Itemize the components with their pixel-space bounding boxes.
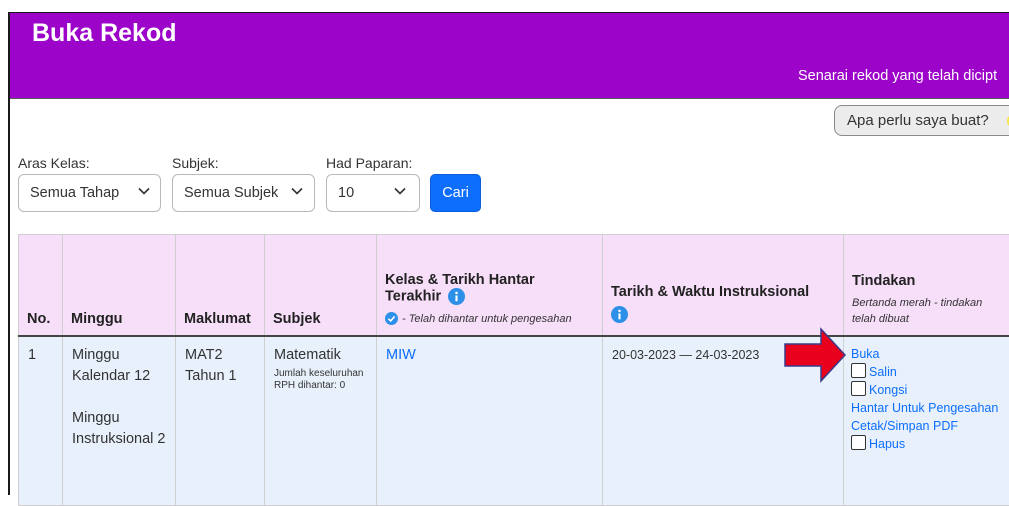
chevron-down-icon	[290, 184, 304, 198]
aras-kelas-value: Semua Tahap	[30, 185, 119, 201]
aras-kelas-select[interactable]: Semua Tahap	[18, 174, 161, 212]
col-header-tarikh: Tarikh & Waktu Instruksional	[603, 235, 844, 336]
hapus-action[interactable]: Hapus	[851, 435, 1001, 453]
info-icon[interactable]	[611, 306, 628, 323]
kongsi-label: Kongsi	[869, 383, 907, 397]
cell-subjek: Matematik Jumlah keseluruhan RPH dihanta…	[265, 336, 377, 506]
hapus-checkbox[interactable]	[851, 435, 866, 450]
hantar-link[interactable]: Hantar Untuk Pengesahan	[851, 399, 1001, 417]
tindakan-note: Bertanda merah - tindakan telah dibuat	[852, 295, 1001, 327]
col-header-subjek: Subjek	[265, 235, 377, 336]
page-subtitle: Senarai rekod yang telah dicipt	[798, 68, 997, 84]
col-header-tarikh-label: Tarikh & Waktu Instruksional	[611, 284, 809, 300]
had-paparan-select[interactable]: 10	[326, 174, 420, 212]
hapus-label: Hapus	[869, 437, 905, 451]
cell-tindakan: Buka Salin Kongsi Hantar Untuk Pengesaha…	[844, 336, 1009, 506]
cari-button[interactable]: Cari	[430, 174, 481, 212]
table-row: 1 Minggu Kalendar 12 Minggu Instruksiona…	[19, 336, 1009, 506]
col-header-maklumat-label: Maklumat	[184, 311, 251, 327]
kelas-link[interactable]: MIW	[386, 347, 416, 363]
kelas-note: - Telah dihantar untuk pengesahan	[385, 311, 594, 327]
subjek-note: Jumlah keseluruhan RPH dihantar: 0	[274, 368, 368, 392]
col-header-kelas: Kelas & Tarikh Hantar Terakhir - Telah d…	[377, 235, 603, 336]
subjek-select[interactable]: Semua Subjek	[172, 174, 315, 212]
cell-no: 1	[19, 336, 63, 506]
header-divider	[10, 98, 1009, 99]
subjek-label: Subjek:	[172, 155, 219, 171]
col-header-no-label: No.	[27, 311, 50, 327]
page-title: Buka Rekod	[32, 19, 176, 48]
kelas-note-text: - Telah dihantar untuk pengesahan	[402, 313, 572, 325]
col-header-minggu-label: Minggu	[71, 311, 123, 327]
check-circle-icon	[385, 312, 398, 325]
salin-action[interactable]: Salin	[851, 363, 1001, 381]
had-paparan-label: Had Paparan:	[326, 155, 412, 171]
col-header-tindakan: Tindakan Bertanda merah - tindakan telah…	[844, 235, 1009, 336]
subjek-value: Semua Subjek	[184, 185, 278, 201]
help-button-label: Apa perlu saya buat?	[847, 112, 989, 129]
minggu-kalendar: Minggu Kalendar 12	[72, 347, 150, 384]
info-icon[interactable]	[448, 288, 465, 305]
col-header-no: No.	[19, 235, 63, 336]
kongsi-checkbox[interactable]	[851, 381, 866, 396]
kongsi-action[interactable]: Kongsi	[851, 381, 1001, 399]
col-header-subjek-label: Subjek	[273, 311, 321, 327]
aras-kelas-label: Aras Kelas:	[18, 155, 90, 171]
records-table: No. Minggu Maklumat Subjek Kelas & Tarik…	[18, 234, 1009, 506]
red-arrow-icon	[783, 327, 848, 383]
col-header-tindakan-label: Tindakan	[852, 273, 915, 289]
help-button[interactable]: Apa perlu saya buat?	[834, 105, 1009, 136]
salin-checkbox[interactable]	[851, 363, 866, 378]
chevron-down-icon	[137, 184, 151, 198]
cell-kelas: MIW	[377, 336, 603, 506]
table-header-row: No. Minggu Maklumat Subjek Kelas & Tarik…	[19, 235, 1009, 336]
col-header-minggu: Minggu	[63, 235, 176, 336]
minggu-instruksional: Minggu Instruksional 2	[72, 410, 166, 447]
had-paparan-value: 10	[338, 185, 354, 201]
page-header: Buka Rekod Senarai rekod yang telah dici…	[10, 13, 1009, 98]
cetak-link[interactable]: Cetak/Simpan PDF	[851, 417, 1001, 435]
chevron-down-icon	[393, 184, 407, 198]
col-header-maklumat: Maklumat	[176, 235, 265, 336]
cell-minggu: Minggu Kalendar 12 Minggu Instruksional …	[63, 336, 176, 506]
salin-label: Salin	[869, 365, 897, 379]
subjek-name: Matematik	[274, 347, 341, 363]
buka-link[interactable]: Buka	[851, 345, 1001, 363]
cell-maklumat: MAT2 Tahun 1	[176, 336, 265, 506]
